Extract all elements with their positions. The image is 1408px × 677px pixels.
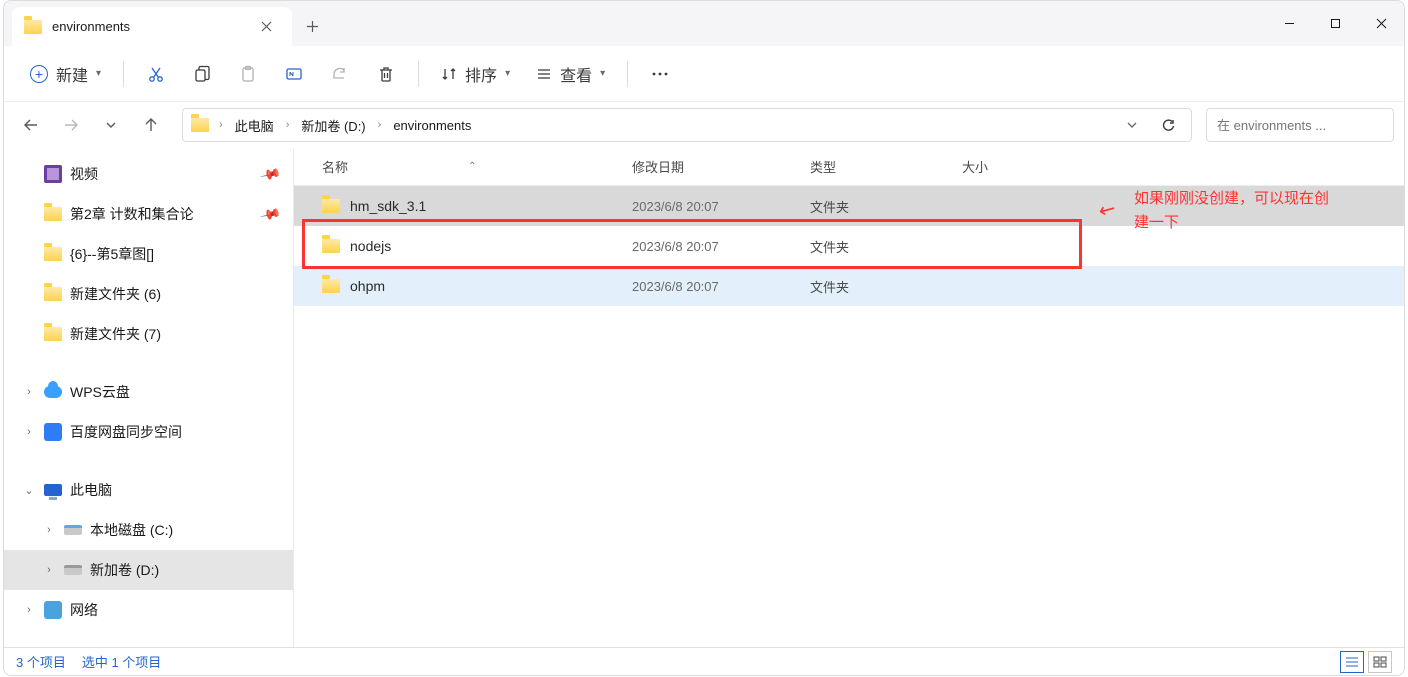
navbar: › 此电脑 › 新加卷 (D:) › environments	[4, 102, 1404, 148]
recent-button[interactable]	[94, 108, 128, 142]
chevron-right-icon[interactable]: ›	[22, 386, 36, 398]
address-bar[interactable]: › 此电脑 › 新加卷 (D:) › environments	[182, 108, 1192, 142]
minimize-button[interactable]	[1266, 1, 1312, 46]
sidebar-item-folder[interactable]: 第2章 计数和集合论📌	[4, 194, 293, 234]
search-box[interactable]	[1206, 108, 1394, 142]
share-button[interactable]	[318, 54, 362, 94]
video-icon	[44, 165, 62, 183]
details-view-button[interactable]	[1340, 651, 1364, 673]
chevron-down-icon: ▾	[600, 68, 605, 79]
breadcrumb-item[interactable]: environments	[387, 114, 477, 137]
cloud-icon	[44, 386, 62, 398]
view-label: 查看	[560, 62, 592, 86]
window-controls	[1266, 1, 1404, 46]
baidu-icon	[44, 423, 62, 441]
sidebar-item-volume-c[interactable]: ›本地磁盘 (C:)	[4, 510, 293, 550]
chevron-right-icon[interactable]: ›	[22, 604, 36, 616]
chevron-down-icon: ▾	[505, 68, 510, 79]
paste-button[interactable]	[226, 54, 270, 94]
column-date[interactable]: 修改日期	[632, 157, 810, 176]
folder-icon	[44, 327, 62, 341]
status-count: 3 个项目	[16, 652, 66, 671]
status-selected: 选中 1 个项目	[82, 652, 161, 671]
sidebar-item-folder[interactable]: {6}--第5章图[]	[4, 234, 293, 274]
chevron-down-icon: ▾	[96, 68, 101, 79]
copy-button[interactable]	[180, 54, 224, 94]
chevron-right-icon[interactable]: ›	[42, 524, 56, 536]
toolbar: + 新建 ▾ 排序 ▾ 查看 ▾	[4, 46, 1404, 102]
rename-button[interactable]	[272, 54, 316, 94]
disk-icon	[64, 565, 82, 575]
sidebar-item-videos[interactable]: 视频📌	[4, 154, 293, 194]
sidebar-item-folder[interactable]: 新建文件夹 (6)	[4, 274, 293, 314]
thumbnails-view-button[interactable]	[1368, 651, 1392, 673]
refresh-button[interactable]	[1151, 108, 1185, 142]
view-button[interactable]: 查看 ▾	[524, 54, 617, 94]
column-size[interactable]: 大小	[962, 157, 1082, 176]
disk-icon	[64, 525, 82, 535]
up-button[interactable]	[134, 108, 168, 142]
annotation-text: 如果刚刚没创建，可以现在创 建一下	[1134, 187, 1329, 235]
column-type[interactable]: 类型	[810, 157, 962, 176]
pin-icon: 📌	[258, 202, 282, 225]
sidebar-item-folder[interactable]: 新建文件夹 (7)	[4, 314, 293, 354]
sidebar-item-wps[interactable]: ›WPS云盘	[4, 372, 293, 412]
delete-button[interactable]	[364, 54, 408, 94]
chevron-right-icon[interactable]: ›	[22, 426, 36, 438]
new-label: 新建	[56, 62, 88, 86]
folder-icon	[322, 239, 340, 253]
tab-environments[interactable]: environments	[12, 7, 292, 46]
breadcrumb-item[interactable]: 新加卷 (D:)	[295, 112, 371, 139]
more-button[interactable]	[638, 54, 682, 94]
search-input[interactable]	[1217, 118, 1393, 133]
statusbar: 3 个项目 选中 1 个项目	[4, 647, 1404, 675]
close-window-button[interactable]	[1358, 1, 1404, 46]
network-icon	[44, 601, 62, 619]
explorer-window: environments + 新建 ▾ 排序	[3, 0, 1405, 676]
new-button[interactable]: + 新建 ▾	[18, 54, 113, 94]
chevron-down-icon[interactable]: ⌄	[22, 484, 36, 497]
sidebar-item-volume-d[interactable]: ›新加卷 (D:)	[4, 550, 293, 590]
sort-icon	[441, 66, 457, 82]
chevron-right-icon: ›	[376, 119, 384, 131]
folder-icon	[44, 287, 62, 301]
plus-circle-icon: +	[30, 65, 48, 83]
tab-title: environments	[52, 19, 248, 34]
chevron-right-icon: ›	[217, 119, 225, 131]
sidebar-item-network[interactable]: ›网络	[4, 590, 293, 630]
sidebar-item-baidu[interactable]: ›百度网盘同步空间	[4, 412, 293, 452]
folder-icon	[191, 118, 209, 132]
column-headers: 名称⌃ 修改日期 类型 大小	[294, 148, 1404, 186]
maximize-button[interactable]	[1312, 1, 1358, 46]
back-button[interactable]	[14, 108, 48, 142]
sidebar-item-thispc[interactable]: ⌄此电脑	[4, 470, 293, 510]
close-tab-button[interactable]	[258, 19, 274, 35]
pin-icon: 📌	[258, 162, 282, 185]
chevron-right-icon: ›	[284, 119, 292, 131]
forward-button[interactable]	[54, 108, 88, 142]
chevron-right-icon[interactable]: ›	[42, 564, 56, 576]
cut-button[interactable]	[134, 54, 178, 94]
sidebar: 视频📌 第2章 计数和集合论📌 {6}--第5章图[] 新建文件夹 (6) 新建…	[4, 148, 294, 647]
view-icon	[536, 66, 552, 82]
folder-icon	[44, 247, 62, 261]
sort-button[interactable]: 排序 ▾	[429, 54, 522, 94]
sort-indicator-icon: ⌃	[468, 161, 476, 172]
sort-label: 排序	[465, 62, 497, 86]
pc-icon	[44, 484, 62, 496]
folder-icon	[24, 20, 42, 34]
breadcrumb-item[interactable]: 此电脑	[229, 112, 280, 139]
folder-icon	[44, 207, 62, 221]
file-row[interactable]: ohpm 2023/6/8 20:07 文件夹	[294, 266, 1404, 306]
new-tab-button[interactable]	[292, 7, 332, 46]
address-dropdown-button[interactable]	[1115, 108, 1149, 142]
folder-icon	[322, 199, 340, 213]
column-name[interactable]: 名称⌃	[322, 157, 632, 176]
titlebar: environments	[4, 1, 1404, 46]
folder-icon	[322, 279, 340, 293]
